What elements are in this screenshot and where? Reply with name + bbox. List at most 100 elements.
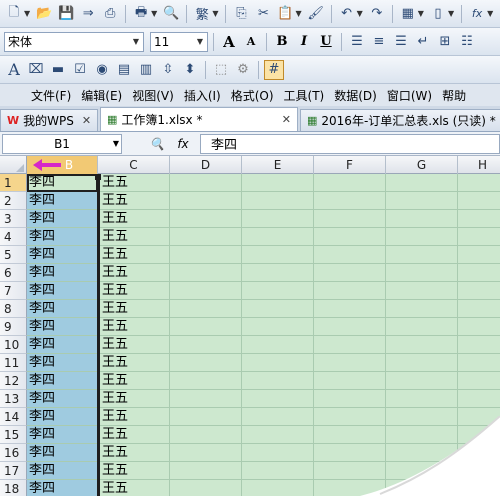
row-header[interactable]: 11	[0, 354, 27, 372]
cell-empty[interactable]	[386, 372, 458, 390]
menu-help[interactable]: 帮助	[437, 87, 471, 104]
row-header[interactable]: 2	[0, 192, 27, 210]
cell-c[interactable]: 王五	[98, 210, 170, 228]
cell-empty[interactable]	[242, 390, 314, 408]
row-header[interactable]: 6	[0, 264, 27, 282]
cell-empty[interactable]	[314, 408, 386, 426]
cell-empty[interactable]	[386, 192, 458, 210]
cell-empty[interactable]	[170, 426, 242, 444]
redo-icon[interactable]: ↷	[367, 4, 387, 24]
bold-button[interactable]: B	[272, 32, 292, 52]
chevron-down-icon[interactable]: ▼	[418, 9, 424, 18]
cell-c[interactable]: 王五	[98, 408, 170, 426]
row-header[interactable]: 17	[0, 462, 27, 480]
cell-empty[interactable]	[170, 390, 242, 408]
menu-file[interactable]: 文件(F)	[26, 87, 76, 104]
save-as-icon[interactable]: ⇒	[78, 4, 98, 24]
cell-c[interactable]: 王五	[98, 174, 170, 192]
cell-empty[interactable]	[170, 408, 242, 426]
cell-empty[interactable]	[314, 210, 386, 228]
chevron-down-icon[interactable]: ▼	[151, 9, 157, 18]
rectangle-icon[interactable]: ▬	[48, 60, 68, 80]
cell-c[interactable]: 王五	[98, 462, 170, 480]
cell-c[interactable]: 王五	[98, 282, 170, 300]
cell-c[interactable]: 王五	[98, 390, 170, 408]
align-right-icon[interactable]: ☰	[391, 32, 411, 52]
italic-button[interactable]: I	[294, 32, 314, 52]
cell-empty[interactable]	[314, 174, 386, 192]
cell-b[interactable]: 李四	[27, 228, 98, 246]
cell-empty[interactable]	[242, 264, 314, 282]
cell-empty[interactable]	[314, 444, 386, 462]
row-header[interactable]: 16	[0, 444, 27, 462]
cell-empty[interactable]	[170, 372, 242, 390]
cell-c[interactable]: 王五	[98, 336, 170, 354]
cell-empty[interactable]	[314, 426, 386, 444]
cell-empty[interactable]	[458, 282, 500, 300]
spreadsheet-grid[interactable]: B C D E F G H 1 李四 王五 2 李四 王五 3 李四 王五 4 李四 王五 5 李四 王五 6…	[0, 156, 500, 496]
row-header[interactable]: 18	[0, 480, 27, 496]
menu-tools[interactable]: 工具(T)	[279, 87, 330, 104]
close-icon[interactable]: ✕	[282, 113, 291, 126]
radio-icon[interactable]: ◉	[92, 60, 112, 80]
cut-icon[interactable]: ✂	[253, 4, 273, 24]
cell-empty[interactable]	[242, 282, 314, 300]
cell-b[interactable]: 李四	[27, 408, 98, 426]
cell-empty[interactable]	[386, 390, 458, 408]
cell-empty[interactable]	[242, 300, 314, 318]
cell-b[interactable]: 李四	[27, 336, 98, 354]
cell-empty[interactable]	[458, 390, 500, 408]
new-icon[interactable]: 🗋	[4, 4, 24, 24]
fx-button[interactable]: fx	[170, 137, 196, 151]
cell-empty[interactable]	[386, 426, 458, 444]
cell-empty[interactable]	[314, 372, 386, 390]
column-header-d[interactable]: D	[170, 156, 242, 174]
text-icon[interactable]: A	[4, 60, 24, 80]
name-box[interactable]: B1 ▼	[2, 133, 122, 154]
cell-empty[interactable]	[170, 354, 242, 372]
chevron-down-icon[interactable]: ▼	[193, 33, 207, 51]
cell-empty[interactable]	[170, 300, 242, 318]
traditional-chinese-icon[interactable]: 繁	[192, 4, 212, 24]
cell-empty[interactable]	[242, 174, 314, 192]
cell-empty[interactable]	[386, 210, 458, 228]
menu-window[interactable]: 窗口(W)	[382, 87, 437, 104]
column-header-c[interactable]: C	[98, 156, 170, 174]
row-header[interactable]: 3	[0, 210, 27, 228]
cell-empty[interactable]	[170, 174, 242, 192]
cell-empty[interactable]	[386, 174, 458, 192]
cell-empty[interactable]	[314, 462, 386, 480]
cell-empty[interactable]	[170, 210, 242, 228]
shrink-font-button[interactable]: A	[241, 32, 261, 52]
cell-empty[interactable]	[170, 318, 242, 336]
cell-c[interactable]: 王五	[98, 228, 170, 246]
cell-empty[interactable]	[458, 336, 500, 354]
menu-view[interactable]: 视图(V)	[127, 87, 179, 104]
gridlines-icon[interactable]: #	[264, 59, 284, 80]
cell-empty[interactable]	[170, 192, 242, 210]
cell-empty[interactable]	[314, 318, 386, 336]
cell-c[interactable]: 王五	[98, 372, 170, 390]
chevron-down-icon[interactable]: ▼	[212, 9, 218, 18]
zoom-formula-icon[interactable]: 🔍	[144, 137, 170, 151]
cell-empty[interactable]	[458, 354, 500, 372]
row-header[interactable]: 13	[0, 390, 27, 408]
cell-empty[interactable]	[458, 462, 500, 480]
cell-empty[interactable]	[170, 282, 242, 300]
cell-b[interactable]: 李四	[27, 390, 98, 408]
menu-data[interactable]: 数据(D)	[329, 87, 382, 104]
menu-edit[interactable]: 编辑(E)	[76, 87, 127, 104]
select-objects-icon[interactable]: ⬚	[211, 60, 231, 80]
properties-icon[interactable]: ⚙	[233, 60, 253, 80]
cell-c[interactable]: 王五	[98, 318, 170, 336]
cell-empty[interactable]	[242, 210, 314, 228]
align-left-icon[interactable]: ☰	[347, 32, 367, 52]
wrap-text-icon[interactable]: ↵	[413, 32, 433, 52]
align-center-icon[interactable]: ≡	[369, 32, 389, 52]
cell-empty[interactable]	[314, 228, 386, 246]
menu-insert[interactable]: 插入(I)	[179, 87, 226, 104]
cell-b[interactable]: 李四	[27, 372, 98, 390]
cell-b[interactable]: 李四	[27, 444, 98, 462]
cell-c[interactable]: 王五	[98, 480, 170, 496]
cell-empty[interactable]	[314, 192, 386, 210]
